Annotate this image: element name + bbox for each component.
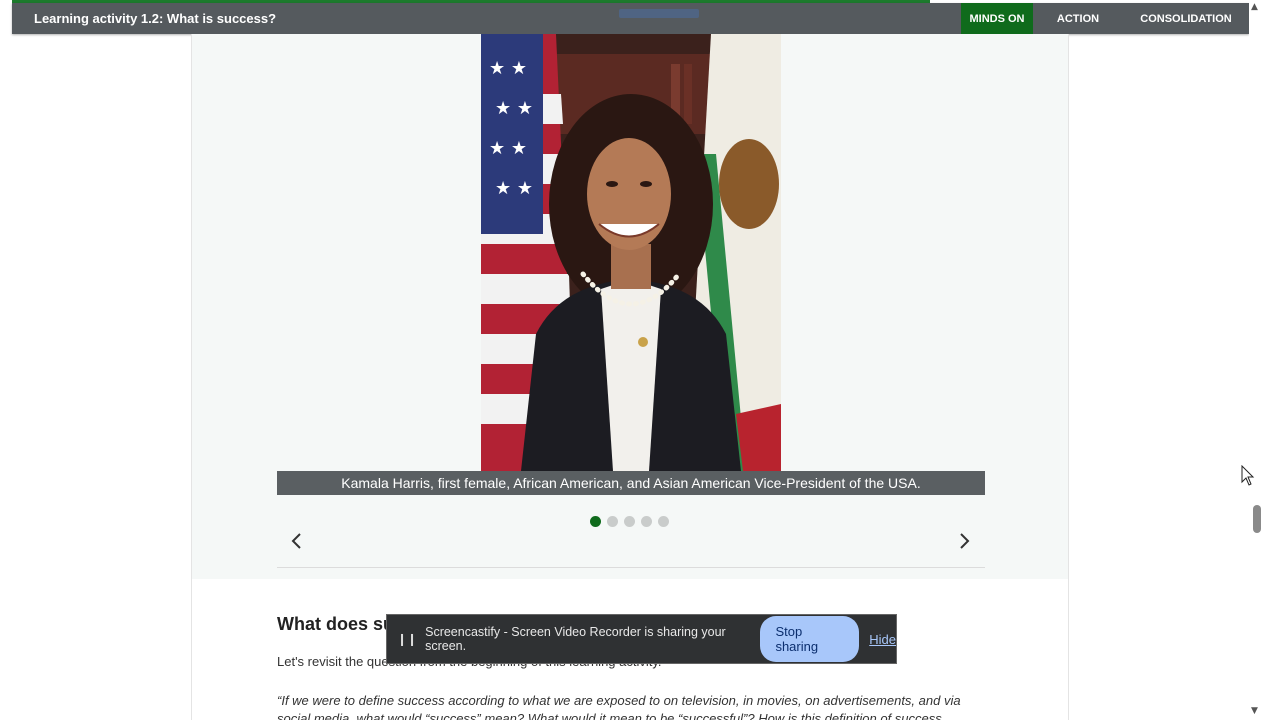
carousel-next-button[interactable] xyxy=(952,529,976,553)
intro-text-start: Let's revisit the que xyxy=(277,654,389,669)
carousel-dot-3[interactable] xyxy=(624,516,635,527)
tab-consolidation[interactable]: CONSOLIDATION xyxy=(1123,3,1249,34)
carousel-dot-1[interactable] xyxy=(590,516,601,527)
portrait-image: ★ ★ ★ ★ ★ ★ ★ ★ xyxy=(481,34,781,471)
scroll-up-arrow-icon[interactable]: ▲ xyxy=(1251,2,1258,12)
sharing-message: Screencastify - Screen Video Recorder is… xyxy=(425,625,726,653)
image-caption: Kamala Harris, first female, African Ame… xyxy=(277,471,985,495)
section-heading: What does su xyxy=(277,614,395,634)
mouse-cursor-icon xyxy=(1241,464,1255,492)
image-carousel: ★ ★ ★ ★ ★ ★ ★ ★ Kamala Harris, first fem… xyxy=(192,34,1068,579)
svg-text:★ ★: ★ ★ xyxy=(495,98,533,119)
page: Learning activity 1.2: What is success? … xyxy=(0,0,1280,720)
hide-link[interactable]: Hide xyxy=(869,632,896,647)
chevron-left-icon xyxy=(291,533,301,549)
tab-action[interactable]: ACTION xyxy=(1033,3,1123,34)
page-scrollbar[interactable] xyxy=(1249,0,1264,720)
stop-sharing-button[interactable]: Stop sharing xyxy=(760,616,860,662)
top-navigation-bar: Learning activity 1.2: What is success? … xyxy=(12,3,1249,34)
portrait-illustration: ★ ★ ★ ★ ★ ★ ★ ★ xyxy=(481,34,781,471)
carousel-dot-4[interactable] xyxy=(641,516,652,527)
svg-text:★ ★: ★ ★ xyxy=(489,138,527,159)
scroll-down-arrow-icon[interactable]: ▼ xyxy=(1251,706,1258,716)
faint-logo xyxy=(619,9,699,18)
carousel-prev-button[interactable] xyxy=(285,529,309,553)
svg-text:★ ★: ★ ★ xyxy=(495,178,533,199)
chevron-right-icon xyxy=(960,533,970,549)
pause-icon: ❙❙ xyxy=(397,632,418,646)
divider xyxy=(277,567,985,568)
svg-text:★ ★: ★ ★ xyxy=(489,58,527,79)
screencastify-sharing-bar: ❙❙ Screencastify - Screen Video Recorder… xyxy=(386,614,897,664)
carousel-dot-2[interactable] xyxy=(607,516,618,527)
activity-title: Learning activity 1.2: What is success? xyxy=(34,11,277,26)
scrollbar-thumb[interactable] xyxy=(1253,505,1261,533)
carousel-pagination xyxy=(590,516,669,527)
tab-minds-on[interactable]: MINDS ON xyxy=(961,3,1033,34)
quote-paragraph: “If we were to define success according … xyxy=(277,693,961,720)
carousel-dot-5[interactable] xyxy=(658,516,669,527)
